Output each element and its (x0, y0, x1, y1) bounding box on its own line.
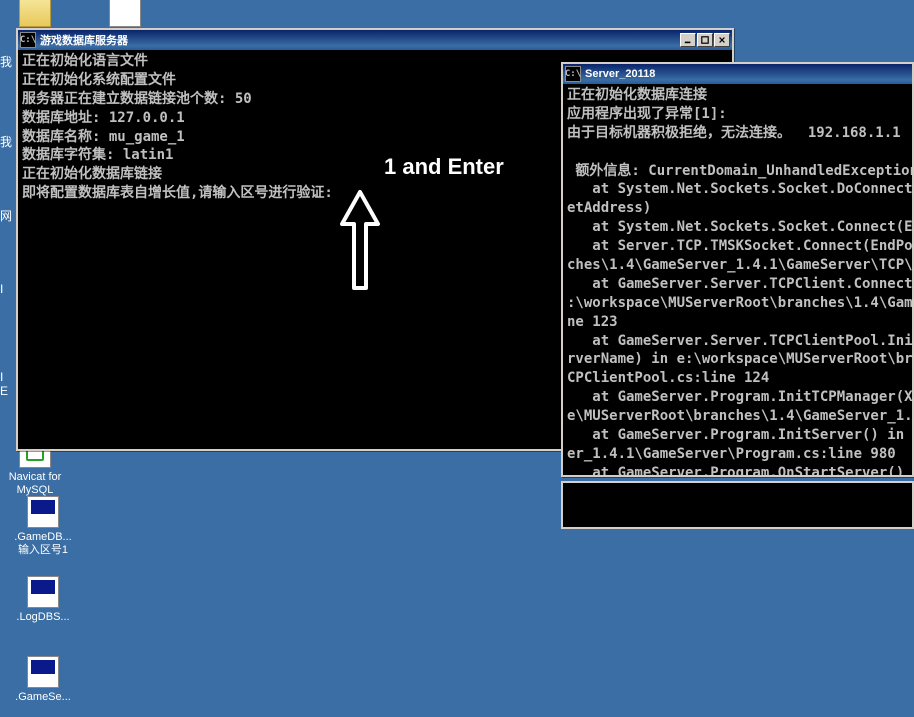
close-button[interactable] (714, 33, 730, 47)
desktop-label-partial-3: 网 (0, 207, 12, 224)
console-app-icon (27, 656, 59, 688)
folder-icon (19, 0, 51, 27)
window-title: Server_20118 (585, 68, 910, 80)
desktop-label-partial-2: 我 (0, 133, 12, 150)
minimize-button[interactable] (680, 33, 696, 47)
desktop-icon-document[interactable] (90, 0, 160, 30)
system-menu-icon[interactable]: C:\ (565, 66, 581, 82)
console-app-icon (27, 496, 59, 528)
desktop-label-partial-4: I (0, 282, 3, 296)
document-icon (109, 0, 141, 27)
console-window-server-20118[interactable]: C:\ Server_20118 正在初始化数据库连接 应用程序出现了异常[1]… (561, 62, 914, 477)
titlebar[interactable]: C:\ Server_20118 (563, 64, 912, 84)
desktop-shortcut-gamese[interactable]: .GameSe... (8, 656, 78, 704)
system-menu-icon[interactable]: C:\ (20, 32, 36, 48)
desktop-shortcut-logdbs[interactable]: .LogDBS... (8, 576, 78, 624)
desktop-icon-sublabel: 输入区号1 (18, 544, 68, 557)
console-output: 正在初始化数据库连接 应用程序出现了异常[1]: 由于目标机器积极拒绝，无法连接… (563, 84, 912, 475)
desktop-icon-label: .LogDBS... (16, 611, 69, 624)
desktop-icon-folder[interactable] (0, 0, 70, 30)
window-title: 游戏数据库服务器 (40, 32, 680, 48)
desktop-label-partial-1: 我 (0, 53, 12, 70)
desktop-icon-label: .GameSe... (15, 691, 71, 704)
maximize-button[interactable] (697, 33, 713, 47)
console-app-icon (27, 576, 59, 608)
desktop-shortcut-gamedb[interactable]: .GameDB... 输入区号1 (8, 496, 78, 557)
background-window-strip (561, 481, 914, 529)
desktop-icon-label: .GameDB... (14, 531, 71, 544)
desktop-label-partial-5: I E (0, 370, 8, 398)
desktop-icon-label: Navicat for MySQL (9, 471, 62, 497)
titlebar[interactable]: C:\ 游戏数据库服务器 (18, 30, 732, 50)
